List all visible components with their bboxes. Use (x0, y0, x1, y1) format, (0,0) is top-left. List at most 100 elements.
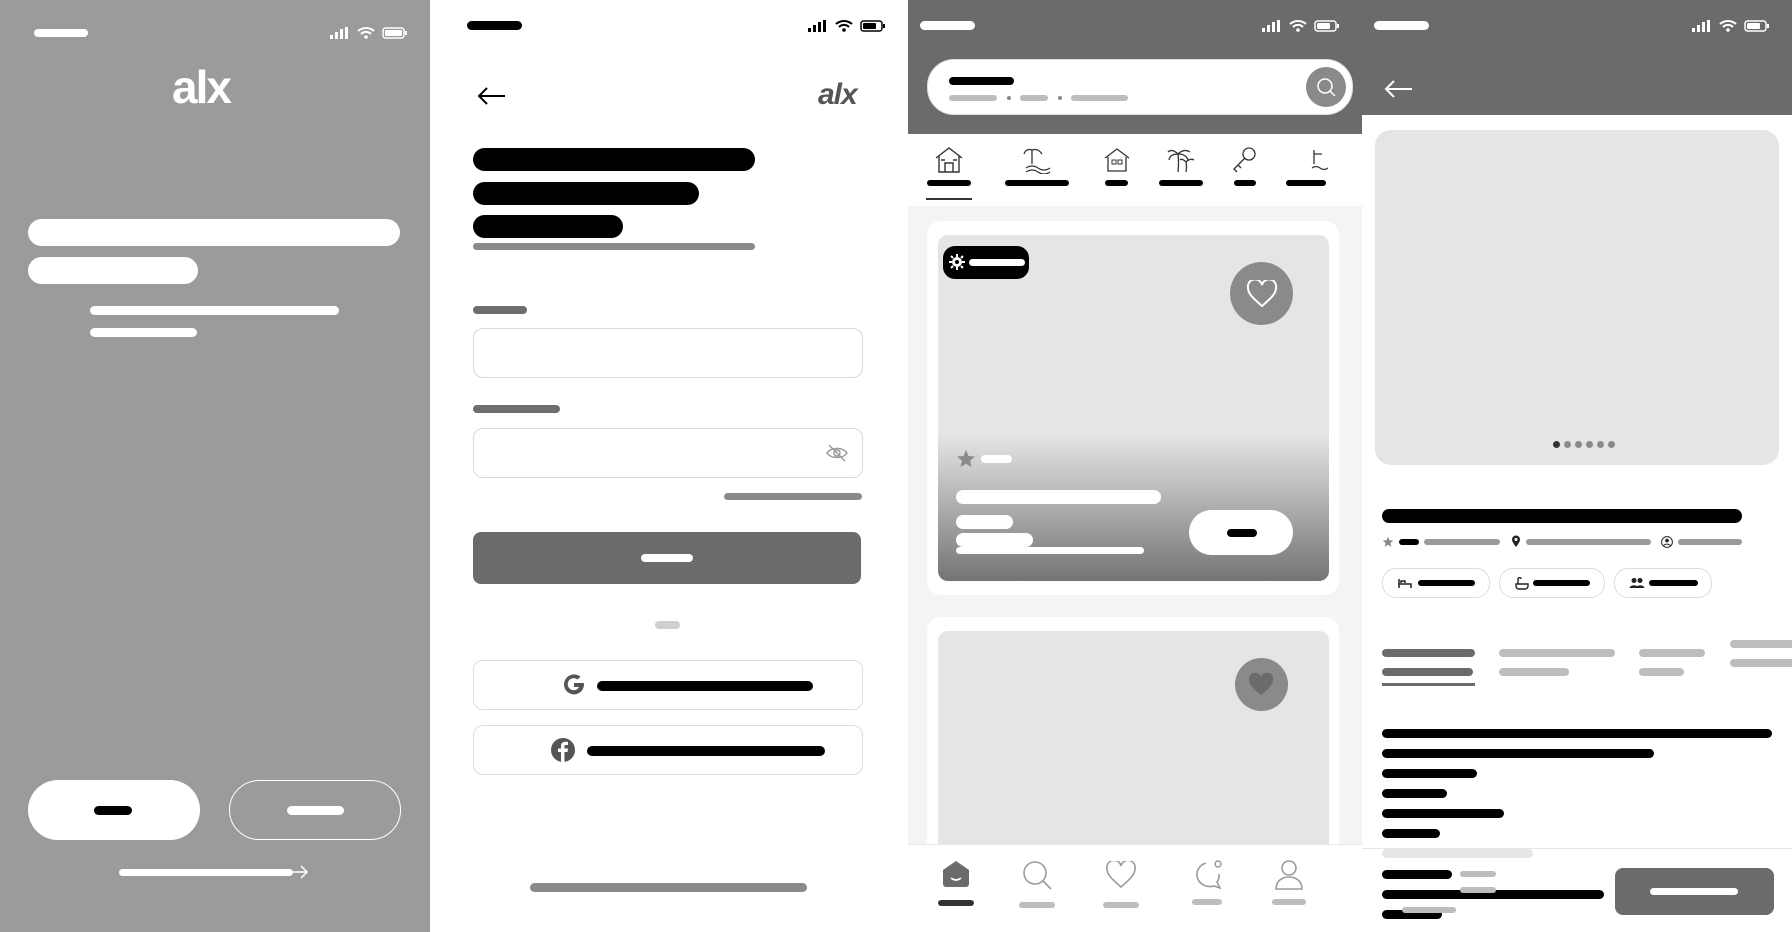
description-line (1382, 729, 1772, 738)
eye-off-icon[interactable] (826, 444, 848, 462)
skip-link[interactable] (119, 863, 309, 881)
category-1[interactable] (926, 146, 972, 204)
tab-host[interactable] (1730, 640, 1792, 688)
guests-chip (1614, 568, 1712, 598)
star-icon (957, 450, 975, 467)
booking-footer (1362, 848, 1792, 932)
listing-detail-screen (1362, 0, 1792, 932)
google-signin-button[interactable] (473, 660, 863, 710)
primary-button-label (94, 806, 132, 815)
nav-item-messages[interactable] (1187, 859, 1227, 921)
battery-icon (382, 26, 407, 39)
user-icon (1275, 860, 1303, 890)
battery-icon (860, 19, 885, 32)
book-button-label (1227, 529, 1257, 537)
listing-card[interactable] (927, 221, 1339, 595)
facebook-icon (551, 738, 575, 762)
dates-text (1460, 887, 1496, 893)
search-icon (1023, 861, 1052, 890)
heart-icon (1106, 861, 1136, 889)
category-2[interactable] (1005, 146, 1069, 196)
host-text (1678, 539, 1742, 545)
rating-value (981, 455, 1012, 463)
gear-badge-icon (949, 254, 965, 270)
search-sub-dot-2 (1058, 96, 1062, 100)
carousel-dot[interactable] (1564, 441, 1571, 448)
photo-carousel[interactable] (1375, 130, 1779, 465)
category-5[interactable] (1231, 146, 1259, 196)
secondary-button-label (287, 806, 344, 815)
status-time (1374, 21, 1429, 30)
reserve-button[interactable] (1615, 868, 1774, 915)
status-time (467, 21, 522, 30)
dates-sub (1402, 907, 1456, 913)
category-6[interactable] (1286, 146, 1328, 196)
carousel-dot[interactable] (1586, 441, 1593, 448)
carousel-dot[interactable] (1553, 441, 1560, 448)
title-line-2 (473, 182, 699, 205)
wishlist-button[interactable] (1235, 658, 1288, 711)
tab-label (1499, 649, 1615, 657)
forgot-password-link[interactable] (724, 493, 862, 500)
login-button[interactable] (473, 532, 861, 584)
password-label (473, 405, 560, 413)
guest-favorite-badge (943, 246, 1029, 279)
listing-title (956, 490, 1161, 504)
cabin-icon (1104, 148, 1130, 172)
primary-button[interactable] (28, 780, 200, 840)
carousel-dot[interactable] (1575, 441, 1582, 448)
email-label (473, 306, 527, 314)
carousel-dot[interactable] (1597, 441, 1604, 448)
arrow-right-icon (290, 865, 309, 879)
category-4[interactable] (1159, 146, 1203, 196)
star-icon (1382, 536, 1394, 547)
tab-reviews[interactable] (1639, 640, 1709, 688)
baths-label (1533, 580, 1590, 586)
book-button[interactable] (1189, 510, 1293, 555)
bed-icon (1398, 579, 1412, 588)
search-icon (1317, 78, 1336, 97)
subtext-line-2 (90, 328, 197, 337)
back-arrow-icon[interactable] (477, 86, 507, 106)
carousel-dots (1553, 441, 1623, 451)
signal-icon (1262, 19, 1280, 32)
or-divider-label (655, 621, 680, 629)
category-3[interactable] (1102, 146, 1132, 196)
search-button[interactable] (1306, 67, 1346, 107)
login-button-label (641, 554, 693, 562)
email-field[interactable] (473, 328, 863, 378)
tab-overview[interactable] (1382, 640, 1482, 688)
listing-image[interactable] (938, 235, 1329, 581)
wishlist-button[interactable] (1230, 262, 1293, 325)
search-sub-3 (1071, 95, 1128, 101)
search-title (949, 77, 1014, 85)
user-icon (1661, 536, 1673, 548)
nav-item-search[interactable] (1017, 859, 1057, 921)
tab-details[interactable] (1499, 640, 1617, 688)
back-arrow-icon[interactable] (1384, 79, 1414, 99)
search-bar[interactable] (927, 59, 1353, 115)
tab-label (1499, 668, 1569, 676)
password-field[interactable] (473, 428, 863, 478)
google-icon (564, 674, 584, 695)
carousel-dot[interactable] (1608, 441, 1615, 448)
signal-icon (330, 26, 348, 39)
nav-label (1019, 902, 1055, 908)
description-line (1382, 769, 1477, 778)
status-time (920, 21, 975, 30)
nav-item-wishlist[interactable] (1101, 859, 1141, 921)
wifi-icon (1289, 20, 1307, 32)
facebook-signin-button[interactable] (473, 725, 863, 775)
secondary-button[interactable] (229, 780, 401, 840)
subtext-line-1 (90, 306, 339, 315)
skip-link-label (119, 869, 293, 876)
tab-active-underline (1382, 683, 1475, 686)
nav-item-profile[interactable] (1269, 859, 1309, 921)
bath-icon (1515, 577, 1529, 590)
palm-icon (1167, 149, 1195, 173)
status-icons (330, 26, 408, 39)
nav-label (1192, 899, 1222, 905)
nav-item-home[interactable] (936, 859, 976, 921)
wifi-icon (835, 20, 853, 32)
tab-label (1730, 640, 1792, 648)
